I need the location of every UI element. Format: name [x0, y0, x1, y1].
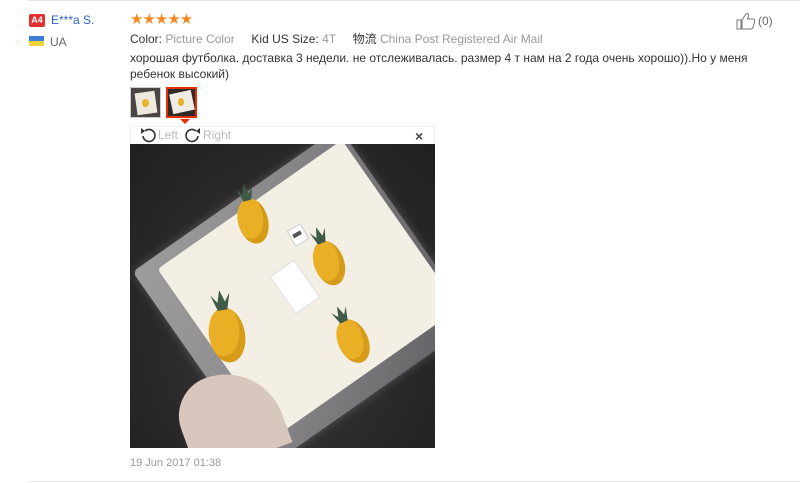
attr-shipping-key: 物流	[352, 32, 377, 46]
thumbs-up-icon	[736, 13, 756, 30]
rotate-left-button[interactable]: Left	[139, 127, 178, 143]
active-thumb-caret-icon	[180, 119, 190, 124]
review-photo	[130, 144, 435, 448]
rating-stars: ★★★★★	[130, 11, 193, 28]
reviewer-name[interactable]: E***a S.	[51, 13, 94, 27]
review-date: 19 Jun 2017 01:38	[130, 457, 222, 469]
rotate-right-button[interactable]: Right	[184, 127, 231, 143]
attr-color-key: Color:	[130, 32, 163, 46]
review-image-thumbnails	[130, 87, 202, 118]
review-separator-top	[28, 0, 800, 1]
order-attributes: Color: Picture Color Kid US Size: 4T 物流 …	[130, 30, 543, 47]
review-image-thumb-1[interactable]	[130, 87, 161, 118]
review-separator-bottom	[28, 481, 800, 482]
rotate-left-icon	[141, 128, 156, 143]
close-viewer-button[interactable]: ×	[415, 129, 423, 143]
rotate-right-label: Right	[203, 128, 232, 142]
attr-color-value: Picture Color	[165, 32, 235, 46]
country-flag-icon	[29, 36, 44, 46]
attr-shipping-value: China Post Registered Air Mail	[379, 32, 543, 46]
attr-size-key: Kid US Size:	[251, 32, 319, 46]
review-text: хорошая футболка. доставка 3 недели. не …	[130, 51, 748, 81]
helpful-button[interactable]: (0)	[736, 12, 773, 30]
helpful-count: (0)	[758, 14, 773, 28]
reviewer-country: UA	[50, 35, 67, 49]
attr-size-value: 4T	[322, 32, 336, 46]
rotate-left-label: Left	[158, 128, 179, 142]
user-level-badge: A4	[29, 14, 45, 27]
rotate-right-icon	[185, 128, 200, 143]
review-image-thumb-2[interactable]	[166, 87, 197, 118]
